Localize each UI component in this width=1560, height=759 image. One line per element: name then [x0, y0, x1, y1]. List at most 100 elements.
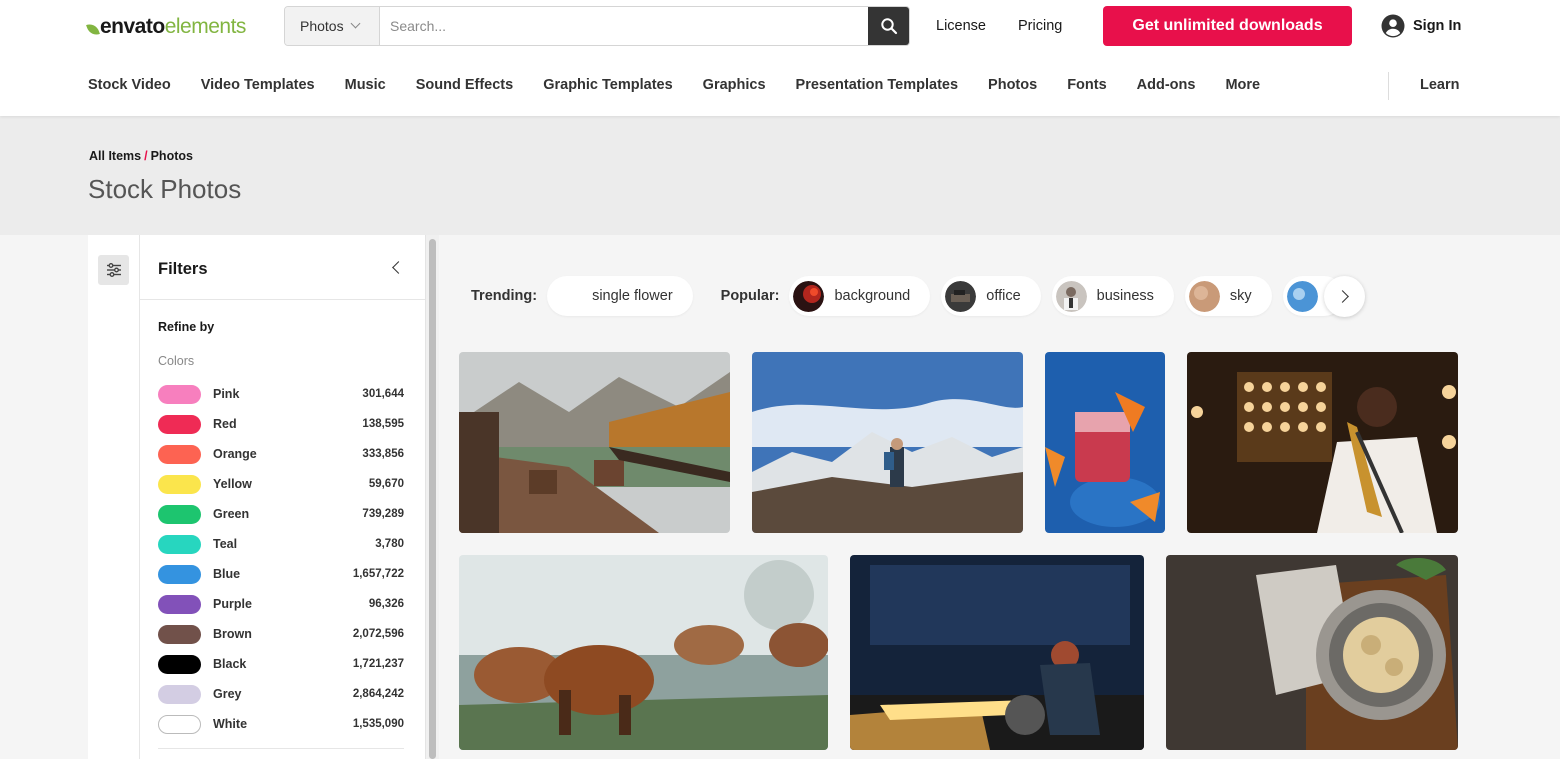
filter-toggle-button[interactable] — [98, 255, 129, 285]
color-swatch — [158, 474, 201, 494]
color-filter-pink[interactable]: Pink 301,644 — [158, 379, 404, 409]
search-icon — [880, 18, 897, 35]
tag-thumbnail — [1188, 280, 1220, 312]
trending-tags-row: Trending: single flower Popular: backgro… — [471, 275, 1355, 317]
tag-label: sky — [1229, 288, 1252, 304]
nav-item-photos[interactable]: Photos — [988, 77, 1037, 93]
tag-label: business — [1096, 288, 1154, 304]
nav-item-fonts[interactable]: Fonts — [1067, 77, 1106, 93]
color-label: Blue — [213, 567, 241, 581]
color-swatch — [158, 594, 201, 614]
color-label: Orange — [213, 447, 257, 461]
filters-divider — [140, 299, 425, 300]
nav-item-graphic-templates[interactable]: Graphic Templates — [543, 77, 672, 93]
envato-elements-logo[interactable]: envato elements — [86, 14, 246, 40]
color-count: 59,670 — [368, 478, 404, 490]
collapse-chevron-icon[interactable] — [392, 261, 405, 274]
tags-next-button[interactable] — [1324, 276, 1365, 317]
color-label: Red — [213, 417, 237, 431]
search-category-dropdown[interactable]: Photos — [285, 7, 380, 45]
color-label: Yellow — [213, 477, 252, 491]
color-count: 333,856 — [362, 448, 404, 460]
popular-tag-sky[interactable]: sky — [1184, 276, 1272, 316]
chevron-right-icon — [1336, 290, 1349, 303]
sliders-icon — [106, 263, 121, 277]
color-filter-purple[interactable]: Purple 96,326 — [158, 589, 404, 619]
color-count: 3,780 — [375, 538, 404, 550]
sign-in-label: Sign In — [1413, 18, 1462, 34]
color-label: Green — [213, 507, 250, 521]
top-header: envatoelements Photos License Pricing Ge… — [0, 0, 1560, 116]
color-count: 96,326 — [368, 598, 404, 610]
nav-item-sound-effects[interactable]: Sound Effects — [416, 77, 513, 93]
color-swatch — [158, 624, 201, 644]
license-link[interactable]: License — [936, 18, 986, 34]
tag-thumbnail — [945, 280, 977, 312]
color-label: Grey — [213, 687, 242, 701]
color-label: White — [213, 717, 248, 731]
sign-in-button[interactable]: Sign In — [1381, 14, 1461, 38]
color-filter-white[interactable]: White 1,535,090 — [158, 709, 404, 739]
color-count: 1,535,090 — [352, 718, 404, 730]
photo-tile-mountain-hiker[interactable] — [752, 352, 1023, 533]
search-button[interactable] — [868, 7, 909, 45]
color-count: 1,721,237 — [352, 658, 404, 670]
color-filter-red[interactable]: Red 138,595 — [158, 409, 404, 439]
trending-tag-single-flower[interactable]: single flower — [547, 276, 693, 316]
photo-tile-pasta-plate[interactable] — [1166, 555, 1458, 750]
tag-thumbnail — [793, 280, 825, 312]
popular-tag-office[interactable]: office — [941, 276, 1041, 316]
breadcrumb-all-items[interactable]: All Items — [89, 149, 141, 163]
color-filter-blue[interactable]: Blue 1,657,722 — [158, 559, 404, 589]
color-filter-green[interactable]: Green 739,289 — [158, 499, 404, 529]
color-count: 2,864,242 — [352, 688, 404, 700]
pricing-link[interactable]: Pricing — [1018, 18, 1062, 34]
breadcrumb-photos[interactable]: Photos — [151, 149, 193, 163]
nav-item-presentation-templates[interactable]: Presentation Templates — [796, 77, 959, 93]
photo-tile-welding-sparks[interactable] — [850, 555, 1144, 750]
color-filter-teal[interactable]: Teal 3,780 — [158, 529, 404, 559]
nav-item-graphics[interactable]: Graphics — [703, 77, 766, 93]
search-input[interactable] — [380, 7, 868, 45]
logo-text-envato: envato — [100, 15, 165, 38]
filters-scrollbar[interactable] — [425, 235, 439, 759]
filter-rail — [88, 235, 140, 759]
photo-saxophone-player — [1187, 352, 1458, 533]
trending-label: Trending: — [471, 288, 538, 304]
popular-tag-background[interactable]: background — [789, 276, 931, 316]
tag-thumbnail — [1286, 280, 1318, 312]
color-filter-brown[interactable]: Brown 2,072,596 — [158, 619, 404, 649]
popular-tag-business[interactable]: business — [1051, 276, 1174, 316]
nav-item-music[interactable]: Music — [345, 77, 386, 93]
colors-heading: Colors — [158, 354, 195, 368]
filters-panel: Filters Refine by Colors Pink 301,644 Red 1… — [140, 235, 425, 759]
color-filter-orange[interactable]: Orange 333,856 — [158, 439, 404, 469]
color-filter-grey[interactable]: Grey 2,864,242 — [158, 679, 404, 709]
photo-tile-lake-deck[interactable] — [459, 352, 730, 533]
color-label: Pink — [213, 387, 240, 401]
scrollbar-thumb[interactable] — [429, 239, 436, 759]
photo-cocktail-drink — [1045, 352, 1165, 533]
nav-item-add-ons[interactable]: Add-ons — [1137, 77, 1196, 93]
color-filter-black[interactable]: Black 1,721,237 — [158, 649, 404, 679]
color-filter-yellow[interactable]: Yellow 59,670 — [158, 469, 404, 499]
get-unlimited-downloads-button[interactable]: Get unlimited downloads — [1103, 6, 1352, 46]
filters-divider — [158, 748, 404, 749]
photo-tile-cocktail-drink[interactable] — [1045, 352, 1165, 533]
tag-label: background — [834, 288, 911, 304]
color-swatch — [158, 684, 201, 704]
nav-item-video-templates[interactable]: Video Templates — [201, 77, 315, 93]
main-content: Filters Refine by Colors Pink 301,644 Red 1… — [0, 235, 1560, 759]
nav-item-stock-video[interactable]: Stock Video — [88, 77, 171, 93]
nav-item-learn[interactable]: Learn — [1420, 77, 1460, 93]
color-count: 739,289 — [362, 508, 404, 520]
photo-tile-highland-cattle[interactable] — [459, 555, 828, 750]
tag-thumbnail — [1055, 280, 1087, 312]
tag-label: office — [986, 288, 1021, 304]
nav-item-more[interactable]: More — [1225, 77, 1260, 93]
photo-tile-saxophone-player[interactable] — [1187, 352, 1458, 533]
refine-by-heading: Refine by — [158, 320, 215, 334]
color-filter-list: Pink 301,644 Red 138,595 Orange 333,856 Yellow… — [158, 379, 404, 739]
color-swatch — [158, 714, 201, 734]
page-hero: All Items / Photos Stock Photos — [0, 116, 1560, 235]
